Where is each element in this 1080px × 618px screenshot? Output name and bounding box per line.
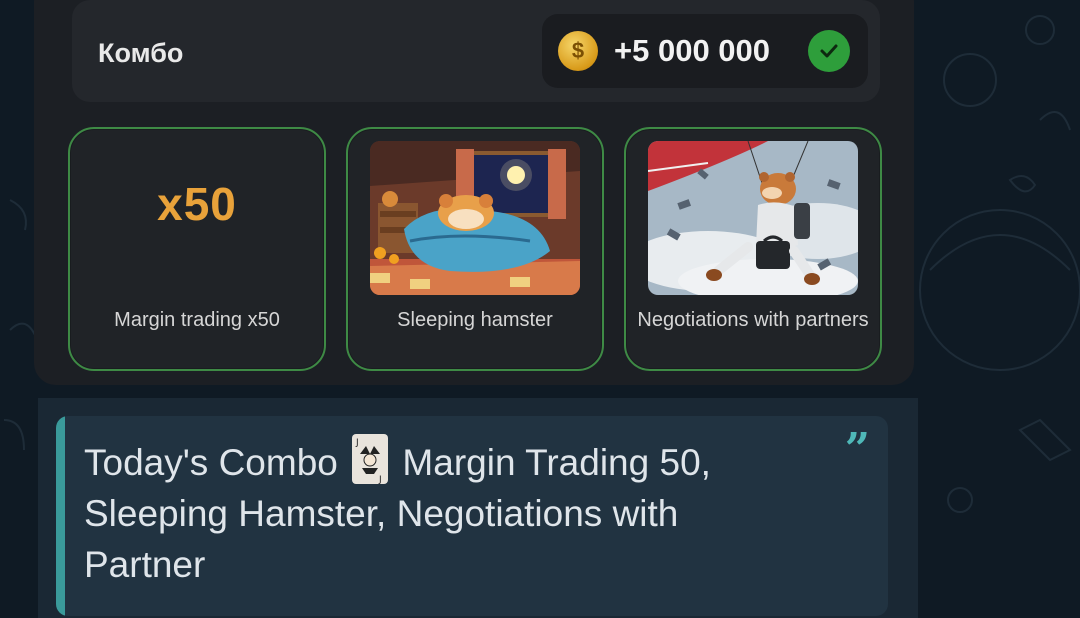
message-quote: ” Today's Combo J J Margin Trading 50, S…	[56, 416, 888, 616]
quote-accent-bar	[56, 416, 65, 616]
card-label: Margin trading x50	[114, 309, 280, 331]
sleeping-hamster-illustration	[370, 141, 580, 295]
combo-header: Комбо $ +5 000 000	[72, 0, 880, 102]
quote-line2: Sleeping Hamster, Negotiations with	[84, 493, 679, 534]
combo-card-negotiations[interactable]: Negotiations with partners	[624, 127, 882, 371]
quote-text: Today's Combo J J Margin Trading 50, Sle…	[84, 434, 774, 590]
svg-text:J: J	[378, 475, 382, 484]
skydiving-hamster-illustration	[648, 141, 858, 295]
quote-line1-end: Margin Trading 50,	[402, 442, 711, 483]
quote-line1-start: Today's Combo	[84, 442, 338, 483]
daily-combo-panel: Комбо $ +5 000 000 x50 Margin trading x5…	[34, 0, 914, 385]
combo-card-margin-trading[interactable]: x50 Margin trading x50	[68, 127, 326, 371]
joker-card-icon: J J	[352, 434, 389, 485]
check-circle-icon	[808, 30, 850, 72]
x50-badge: x50	[157, 178, 237, 230]
quote-line3: Partner	[84, 544, 206, 585]
combo-card-sleeping-hamster[interactable]: Sleeping hamster	[346, 127, 604, 371]
combo-title: Комбо	[98, 38, 184, 68]
card-label: Sleeping hamster	[397, 309, 553, 331]
card-label: Negotiations with partners	[637, 309, 869, 331]
coin-icon: $	[558, 31, 598, 71]
reward-amount: +5 000 000	[614, 33, 771, 68]
svg-text:J: J	[355, 438, 359, 448]
combo-reward: $ +5 000 000	[542, 14, 868, 88]
quote-icon: ”	[844, 424, 870, 475]
